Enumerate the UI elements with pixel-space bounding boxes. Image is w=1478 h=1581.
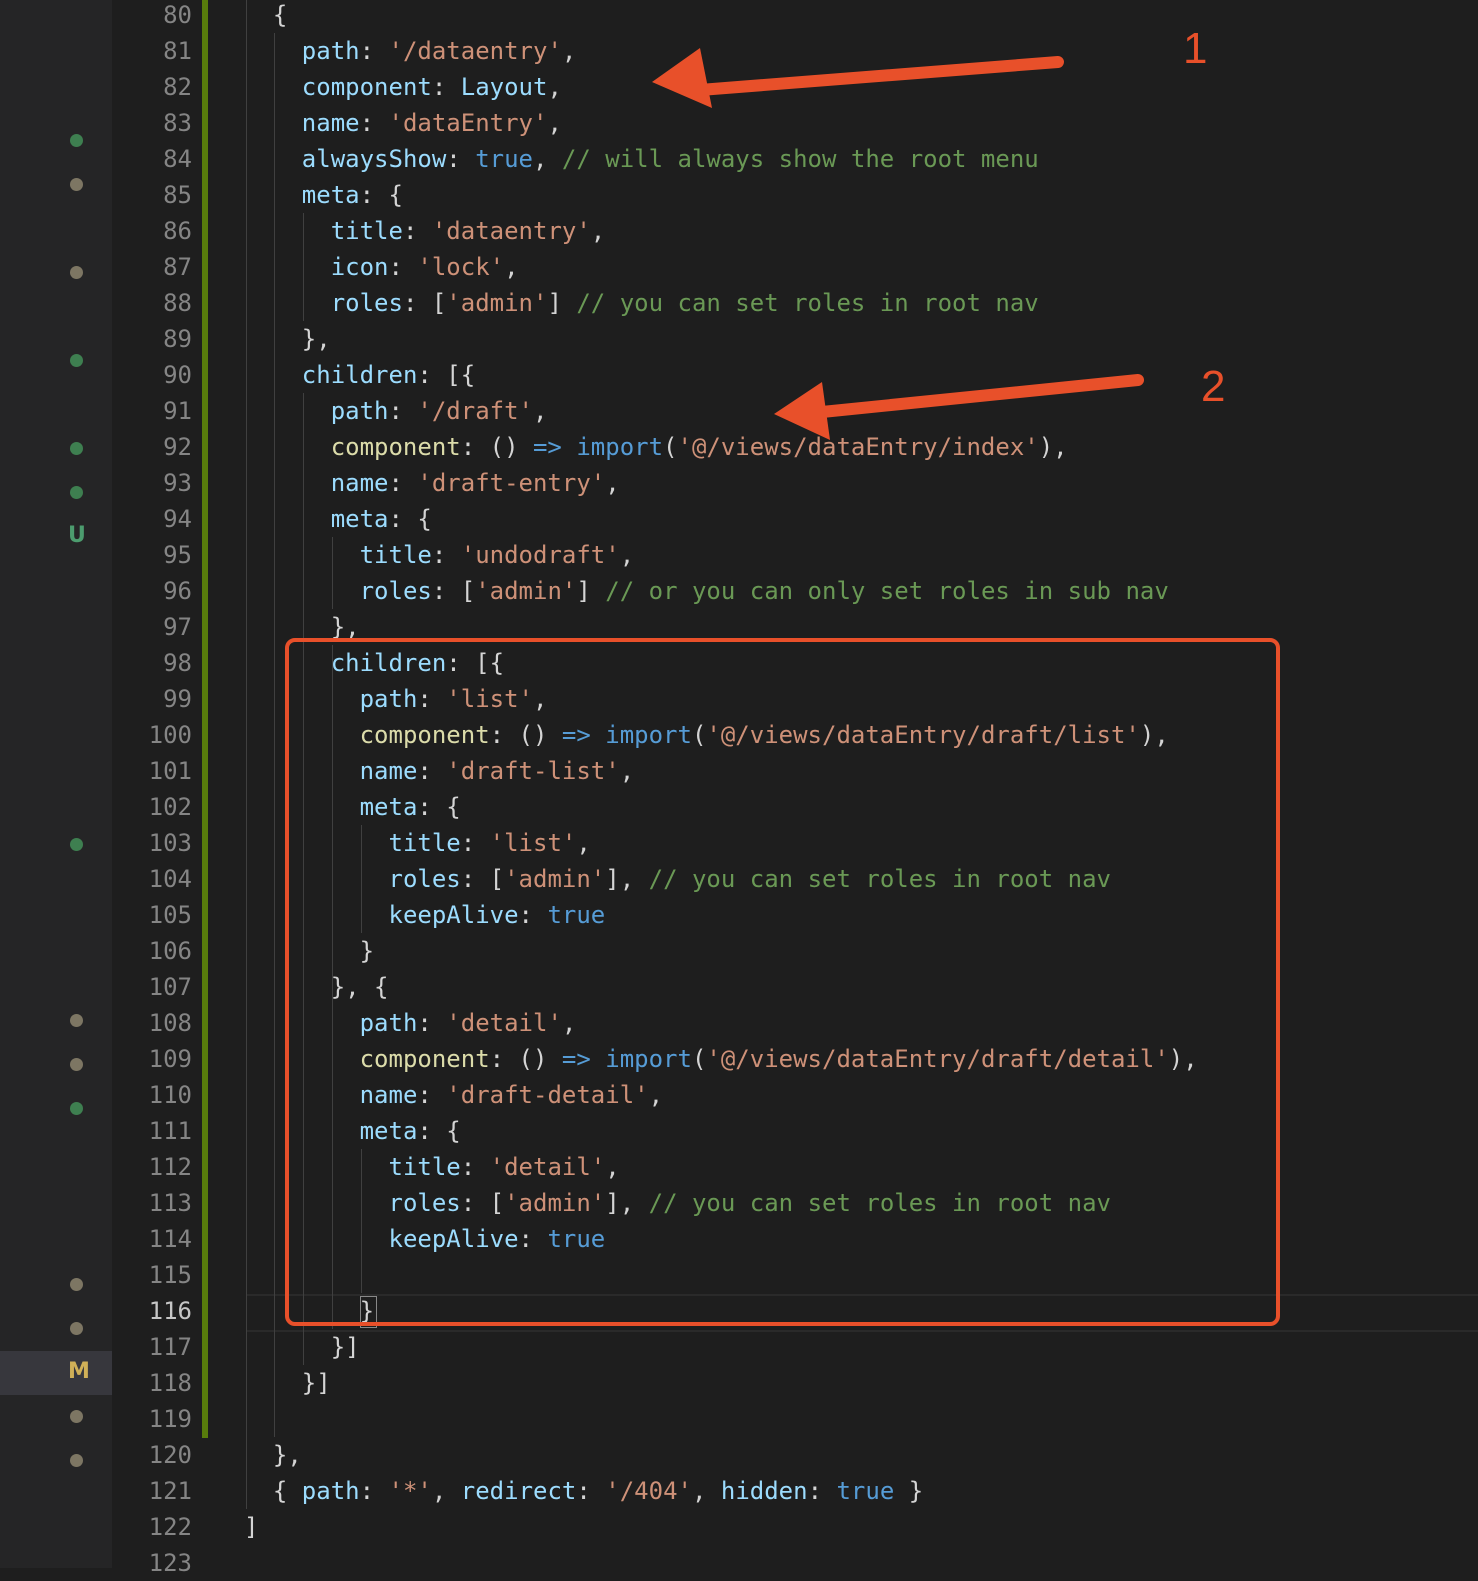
arrow-2 — [774, 374, 1144, 440]
arrow-1 — [652, 48, 1064, 108]
highlight-box — [285, 638, 1280, 1326]
arrow-2-label: 2 — [1201, 362, 1226, 411]
annotation-overlay — [285, 48, 1280, 1326]
arrow-1-label: 1 — [1183, 24, 1208, 73]
